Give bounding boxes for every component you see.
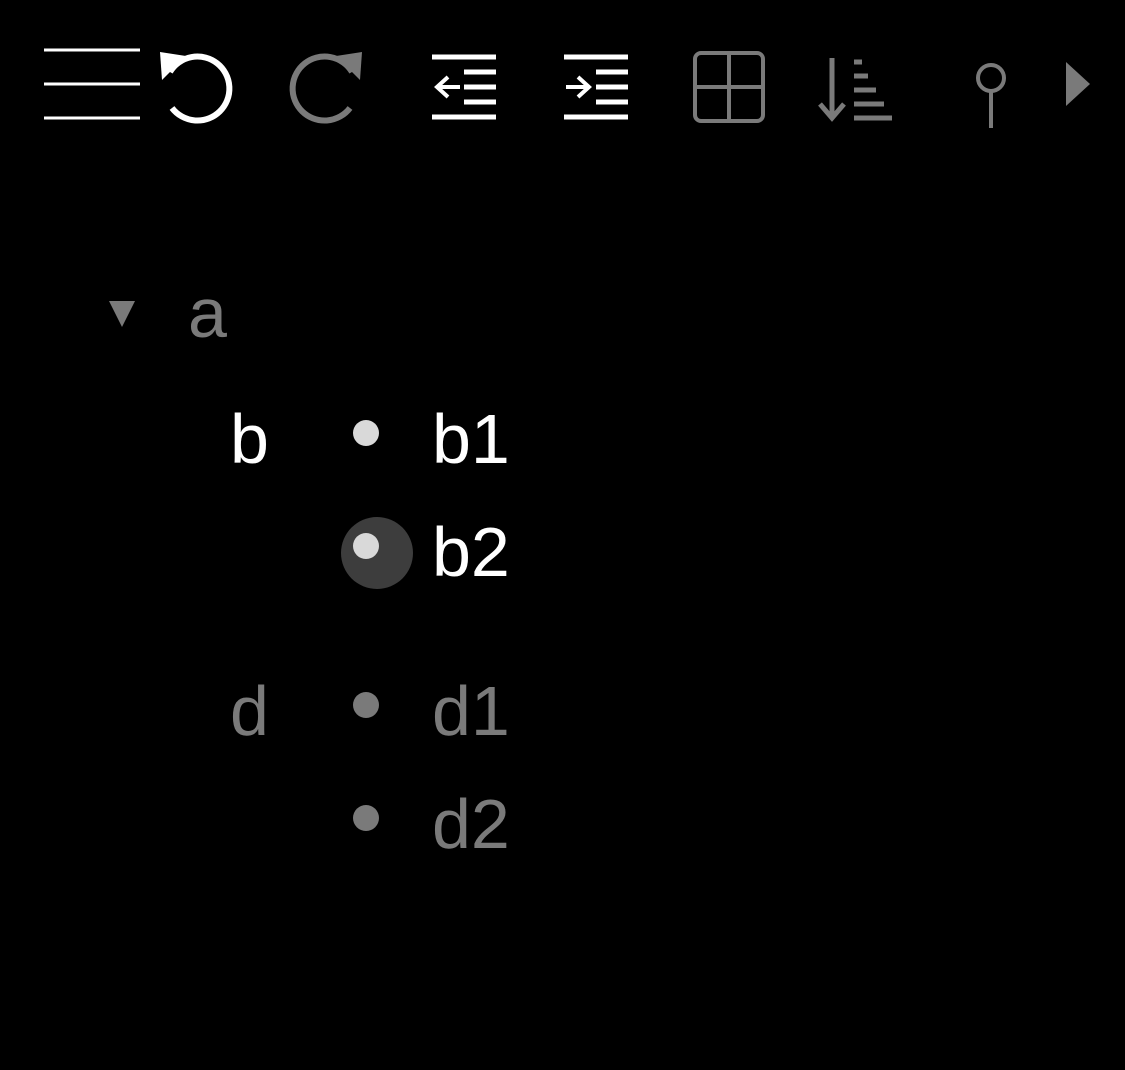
menu-button[interactable] xyxy=(44,48,140,120)
outline-node-d1[interactable]: d1 xyxy=(432,676,510,746)
collapse-toggle-icon[interactable] xyxy=(109,301,135,327)
toolbar xyxy=(0,0,1125,175)
redo-icon xyxy=(289,52,362,124)
bullet-icon[interactable] xyxy=(353,420,379,446)
outline-node-d2[interactable]: d2 xyxy=(432,789,510,859)
bullet-icon[interactable] xyxy=(353,692,379,718)
more-button[interactable] xyxy=(1064,60,1092,108)
selected-bullet-ring[interactable] xyxy=(341,517,413,589)
hamburger-menu-icon xyxy=(44,48,140,120)
redo-button[interactable] xyxy=(289,50,364,124)
indent-icon xyxy=(564,54,628,120)
caret-right-icon xyxy=(1066,62,1090,106)
outline-node-b2[interactable]: b2 xyxy=(432,517,510,587)
bullet-icon[interactable] xyxy=(353,805,379,831)
undo-button[interactable] xyxy=(158,50,233,124)
outline-app: a b b1 b2 d d1 d2 xyxy=(0,0,1125,1070)
outdent-button[interactable] xyxy=(432,54,498,120)
sort-button[interactable] xyxy=(816,56,894,124)
indent-button[interactable] xyxy=(564,54,630,120)
grid-icon xyxy=(693,51,765,123)
bullet-icon[interactable] xyxy=(353,533,379,559)
outline-node-a[interactable]: a xyxy=(188,278,227,348)
outdent-icon xyxy=(432,54,496,120)
grid-button[interactable] xyxy=(693,51,765,123)
pin-icon xyxy=(976,63,1006,128)
pin-button[interactable] xyxy=(975,62,1007,130)
outline-node-b1[interactable]: b1 xyxy=(432,404,510,474)
outline-node-d[interactable]: d xyxy=(230,676,269,746)
outline-node-b[interactable]: b xyxy=(230,404,269,474)
sort-icon xyxy=(818,58,892,122)
undo-icon xyxy=(160,52,233,124)
